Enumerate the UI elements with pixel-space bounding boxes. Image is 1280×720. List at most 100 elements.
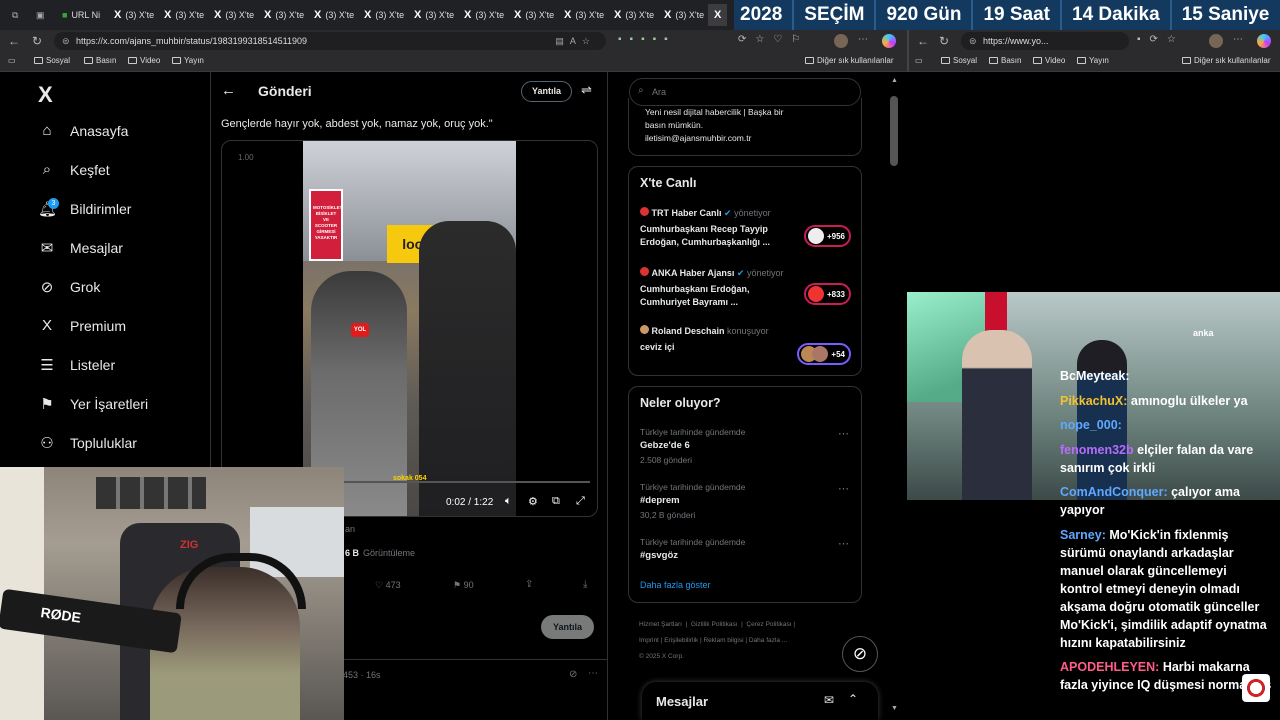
nav-premium[interactable]: X Premium bbox=[38, 317, 126, 334]
show-more-link[interactable]: Daha fazla göster bbox=[640, 580, 711, 590]
nav-bookmarks[interactable]: ⚑ Yer İşaretleri bbox=[38, 395, 148, 413]
live-item-host[interactable]: TRT Haber Canlı ✔ yönetiyor bbox=[640, 207, 771, 219]
chevron-up-icon[interactable]: ⌃ bbox=[848, 692, 858, 706]
grok-float-icon[interactable]: ⊘ bbox=[842, 636, 878, 672]
avatar[interactable] bbox=[1209, 34, 1223, 48]
tab-x[interactable]: X (3) X'te bbox=[360, 4, 404, 26]
nav-grok[interactable]: ⊘ Grok bbox=[38, 278, 101, 296]
tab-url[interactable]: ■ URL Ni bbox=[58, 4, 100, 26]
chat-username[interactable]: Sarney: bbox=[1060, 528, 1106, 542]
x-logo[interactable]: X bbox=[38, 82, 53, 108]
chat-username[interactable]: BcMeyteak: bbox=[1060, 369, 1129, 383]
tab-x[interactable]: X (3) X'te bbox=[460, 4, 504, 26]
chat-username[interactable]: fenomen32b bbox=[1060, 443, 1134, 457]
footer-link[interactable]: Erişilebilirlik bbox=[664, 637, 698, 644]
bookmark-button[interactable]: ⚑ 90 bbox=[453, 580, 474, 591]
tab-x[interactable]: X (3) X'te bbox=[560, 4, 604, 26]
tab-x[interactable]: X (3) X'te bbox=[510, 4, 554, 26]
volume-icon[interactable]: 🔈︎ bbox=[505, 495, 512, 508]
site-info-icon[interactable]: ⊜ bbox=[62, 36, 70, 47]
tab-x[interactable]: X (3) X'te bbox=[660, 4, 704, 26]
download-icon[interactable]: ⤓ bbox=[583, 579, 587, 590]
side-actions-icons[interactable]: ▪⟳☆ bbox=[1137, 34, 1185, 45]
copilot-icon[interactable] bbox=[882, 34, 896, 48]
more-icon[interactable]: ⋯ bbox=[588, 668, 598, 679]
bookmark-folder[interactable]: Sosyal bbox=[941, 56, 977, 65]
reload-icon[interactable]: ↻ bbox=[32, 34, 42, 48]
footer-link[interactable]: Imprint bbox=[639, 637, 659, 644]
nav-explore[interactable]: ⌕ Keşfet bbox=[38, 161, 110, 178]
footer-link[interactable]: Reklam bilgisi bbox=[703, 637, 743, 644]
live-item-topic[interactable]: ceviz içi bbox=[640, 342, 675, 352]
reload-icon[interactable]: ↻ bbox=[939, 34, 949, 48]
address-actions-icons[interactable]: ▤A☆ bbox=[555, 36, 596, 47]
live-listener-pill[interactable]: +54 bbox=[797, 343, 851, 365]
bookmark-folder[interactable]: Video bbox=[1033, 56, 1065, 65]
more-icon[interactable]: ⋯ bbox=[838, 427, 849, 440]
bookmark-folder[interactable]: Yayın bbox=[172, 56, 204, 65]
other-bookmarks[interactable]: Diğer sık kullanılanlar bbox=[1182, 56, 1270, 65]
chat-username[interactable]: PikkachuX: bbox=[1060, 394, 1127, 408]
footer-link[interactable]: Hizmet Şartları bbox=[639, 621, 682, 628]
tab-x[interactable]: X (3) X'te bbox=[610, 4, 654, 26]
reply-button[interactable]: Yantıla bbox=[521, 81, 573, 102]
side-address-bar[interactable]: ⊜ https://www.yo... bbox=[961, 32, 1129, 50]
tab-x[interactable]: X (3) X'te bbox=[160, 4, 204, 26]
compose-icon[interactable]: ✉ bbox=[824, 693, 834, 707]
video-player[interactable]: 1.00 MOTOSİKLET BİSİKLET VE SCOOTER GİRM… bbox=[221, 140, 598, 517]
nav-messages[interactable]: ✉ Mesajlar bbox=[38, 239, 123, 257]
gear-icon[interactable]: ⚙ bbox=[528, 495, 538, 508]
browser-actions-icons[interactable]: ⟳☆♡⚐ bbox=[738, 34, 809, 45]
site-info-icon[interactable]: ⊜ bbox=[969, 36, 977, 47]
address-bar[interactable]: ⊜ https://x.com/ajans_muhbir/status/1983… bbox=[54, 32, 606, 50]
fullscreen-icon[interactable]: ⤢ bbox=[576, 495, 585, 508]
grok-icon[interactable]: ⊘ bbox=[569, 669, 577, 680]
tab-x[interactable]: X (3) X'te bbox=[210, 4, 254, 26]
footer-link[interactable]: Daha fazla ... bbox=[749, 637, 787, 644]
back-arrow-icon[interactable]: ← bbox=[221, 82, 236, 99]
live-item-host[interactable]: ANKA Haber Ajansı ✔ yönetiyor bbox=[640, 267, 783, 279]
footer-link[interactable]: Gizlilik Politikası bbox=[691, 621, 738, 628]
like-button[interactable]: ♡ 473 bbox=[375, 580, 401, 591]
share-icon[interactable]: ⇪ bbox=[525, 579, 533, 590]
chat-username[interactable]: APODEHLEYEN: bbox=[1060, 660, 1159, 674]
menu-icon[interactable]: ⋯ bbox=[1233, 34, 1243, 45]
live-item-host[interactable]: Roland Deschain konuşuyor bbox=[640, 325, 769, 336]
trend-name[interactable]: #gsvgöz bbox=[640, 550, 678, 561]
scroll-up-icon[interactable]: ▲ bbox=[891, 77, 898, 84]
scrollbar-thumb[interactable] bbox=[890, 96, 898, 166]
more-icon[interactable]: ⋯ bbox=[838, 537, 849, 550]
live-listener-pill[interactable]: +833 bbox=[803, 283, 851, 305]
avatar[interactable] bbox=[834, 34, 848, 48]
other-bookmarks[interactable]: Diğer sık kullanılanlar bbox=[805, 56, 893, 65]
reading-list-icon[interactable]: ▭ bbox=[8, 56, 16, 65]
more-icon[interactable]: ⋯ bbox=[838, 482, 849, 495]
tab-actions-icon[interactable]: ⧉ bbox=[8, 4, 18, 26]
bookmark-folder[interactable]: Basın bbox=[989, 56, 1021, 65]
live-listener-pill[interactable]: +956 bbox=[803, 225, 851, 247]
reply-submit-button[interactable]: Yantıla bbox=[541, 615, 595, 639]
bookmark-folder[interactable]: Basın bbox=[84, 56, 116, 65]
scroll-down-icon[interactable]: ▼ bbox=[891, 705, 898, 712]
chat-username[interactable]: ComAndConquer: bbox=[1060, 485, 1168, 499]
nav-communities[interactable]: ⚇ Topluluklar bbox=[38, 434, 137, 452]
pip-icon[interactable]: ⧉ bbox=[552, 495, 560, 508]
settings-sliders-icon[interactable]: ⇌ bbox=[581, 82, 592, 98]
copilot-icon[interactable] bbox=[1257, 34, 1271, 48]
back-icon[interactable]: ← bbox=[8, 34, 20, 48]
live-item-topic[interactable]: Cumhurbaşkanı Erdoğan, Cumhuriyet Bayramı… bbox=[640, 283, 750, 309]
trend-name[interactable]: Gebze'de 6 bbox=[640, 440, 690, 451]
nav-home[interactable]: ⌂ Anasayfa bbox=[38, 122, 128, 139]
messages-drawer[interactable]: Mesajlar ✉ ⌃ bbox=[642, 682, 878, 720]
footer-link[interactable]: Çerez Politikası bbox=[746, 621, 791, 628]
tab-overview-icon[interactable]: ▣ bbox=[32, 4, 45, 26]
nav-lists[interactable]: ☰ Listeler bbox=[38, 356, 115, 374]
bookmark-folder[interactable]: Video bbox=[128, 56, 160, 65]
extension-icons[interactable]: ▪▪▪▪▪ bbox=[618, 34, 676, 45]
chat-username[interactable]: nope_000: bbox=[1060, 418, 1122, 432]
tab-x[interactable]: X (3) X'te bbox=[410, 4, 454, 26]
tab-active[interactable]: X bbox=[708, 4, 728, 26]
trend-name[interactable]: #deprem bbox=[640, 495, 680, 506]
bookmark-folder[interactable]: Sosyal bbox=[34, 56, 70, 65]
menu-icon[interactable]: ⋯ bbox=[858, 34, 868, 45]
